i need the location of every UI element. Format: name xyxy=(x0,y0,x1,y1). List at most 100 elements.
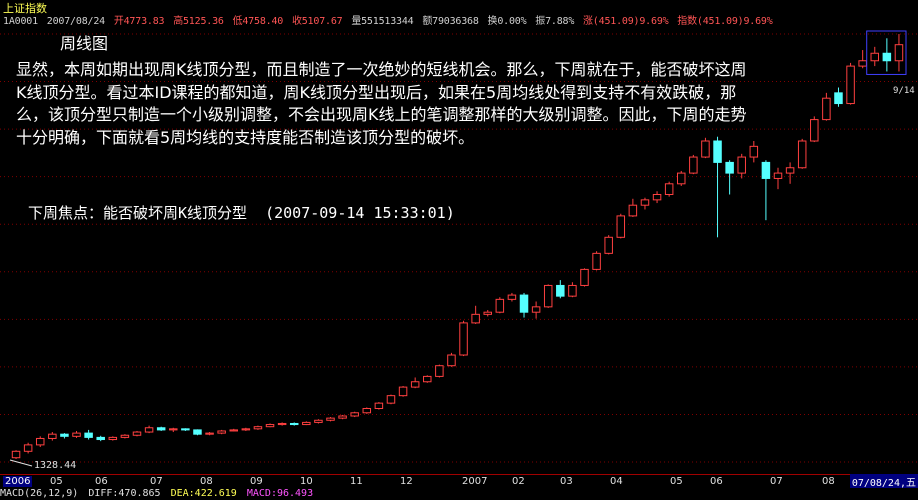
candle[interactable] xyxy=(713,136,722,238)
candle[interactable] xyxy=(810,116,819,143)
candle[interactable] xyxy=(725,160,734,195)
candle-body xyxy=(423,375,432,383)
candle[interactable] xyxy=(543,284,553,308)
candle[interactable] xyxy=(72,430,81,438)
candle[interactable] xyxy=(362,407,372,414)
candle[interactable] xyxy=(435,364,444,378)
candle-body xyxy=(447,354,456,367)
candle[interactable] xyxy=(471,305,480,324)
candle[interactable] xyxy=(568,282,577,298)
candle-body xyxy=(362,408,372,414)
candle[interactable] xyxy=(410,377,420,389)
candle[interactable] xyxy=(870,46,880,67)
candle-body xyxy=(435,365,444,377)
x-tick-label: 06 xyxy=(710,476,723,487)
candle[interactable] xyxy=(773,167,783,190)
candle[interactable] xyxy=(822,92,831,121)
candle[interactable] xyxy=(592,251,601,271)
candle[interactable] xyxy=(338,414,347,420)
candle[interactable] xyxy=(193,429,202,436)
macd-params: MACD(26,12,9) xyxy=(0,488,79,499)
focus-line: 下周焦点：能否破坏周K线顶分型 (2007-09-14 15:33:01) xyxy=(28,204,455,222)
candle-body xyxy=(483,311,492,315)
candle-body xyxy=(689,156,698,174)
candle[interactable] xyxy=(882,38,892,72)
macd-indicator-bar[interactable]: MACD(26,12,9) DIFF:470.865 DEA:422.619 M… xyxy=(0,488,918,500)
candle[interactable] xyxy=(797,138,807,169)
candle-body xyxy=(350,412,359,417)
candle[interactable] xyxy=(265,423,275,428)
candle[interactable] xyxy=(48,432,57,441)
candle[interactable] xyxy=(616,213,626,239)
candle[interactable] xyxy=(423,375,432,383)
candle[interactable] xyxy=(169,427,178,433)
candle[interactable] xyxy=(302,421,311,426)
candle[interactable] xyxy=(11,450,21,460)
candle[interactable] xyxy=(761,160,771,221)
candle[interactable] xyxy=(156,426,166,431)
candle[interactable] xyxy=(459,320,468,357)
candle[interactable] xyxy=(834,87,843,107)
candle-body xyxy=(84,432,93,438)
quote-index-change: 指数(451.09)9.69% xyxy=(677,16,773,26)
candle[interactable] xyxy=(35,436,45,448)
candle[interactable] xyxy=(677,170,686,186)
candle[interactable] xyxy=(749,141,759,163)
candle[interactable] xyxy=(350,411,359,418)
candle[interactable] xyxy=(84,429,93,440)
candle[interactable] xyxy=(96,435,105,442)
x-tick-label: 10 xyxy=(300,476,313,487)
candle-body xyxy=(132,431,142,436)
candle[interactable] xyxy=(664,181,674,197)
candle-body xyxy=(144,427,154,433)
candle[interactable] xyxy=(60,433,69,439)
candle[interactable] xyxy=(229,428,238,432)
candle[interactable] xyxy=(531,301,541,319)
candle-body xyxy=(205,432,214,435)
candle[interactable] xyxy=(205,432,214,436)
candle[interactable] xyxy=(737,153,746,179)
candle[interactable] xyxy=(556,280,565,299)
candle[interactable] xyxy=(217,429,226,435)
candle[interactable] xyxy=(785,162,795,184)
candle[interactable] xyxy=(144,425,154,434)
candle[interactable] xyxy=(580,268,589,287)
candle[interactable] xyxy=(604,235,613,255)
candle-body xyxy=(120,434,130,438)
candle[interactable] xyxy=(447,352,456,367)
candle-body xyxy=(72,432,81,437)
candle[interactable] xyxy=(277,422,287,426)
candle[interactable] xyxy=(314,419,323,424)
candle[interactable] xyxy=(181,428,190,431)
candle[interactable] xyxy=(495,297,505,314)
low-pointer xyxy=(9,459,33,467)
candle[interactable] xyxy=(652,191,662,204)
candle-body xyxy=(241,428,251,431)
candle[interactable] xyxy=(894,34,904,72)
quote-date: 2007/08/24 xyxy=(46,16,105,26)
candle-body xyxy=(834,92,843,105)
candle-body xyxy=(640,199,650,206)
candle[interactable] xyxy=(519,292,529,318)
candle-body xyxy=(580,268,589,286)
candle[interactable] xyxy=(858,50,867,69)
candle[interactable] xyxy=(689,154,698,175)
candle[interactable] xyxy=(23,442,33,454)
candle[interactable] xyxy=(326,417,335,422)
candle[interactable] xyxy=(132,430,142,437)
candle[interactable] xyxy=(241,427,251,431)
candle[interactable] xyxy=(108,436,118,441)
candle[interactable] xyxy=(253,425,263,430)
candle[interactable] xyxy=(120,434,130,439)
candle[interactable] xyxy=(374,402,384,410)
candle[interactable] xyxy=(289,422,299,426)
candle[interactable] xyxy=(507,292,517,302)
candle[interactable] xyxy=(846,62,855,105)
candle[interactable] xyxy=(628,198,638,217)
candle-body xyxy=(48,433,57,439)
candle[interactable] xyxy=(398,386,408,397)
candle[interactable] xyxy=(483,310,492,317)
x-tick-label: 05 xyxy=(50,476,63,487)
candle[interactable] xyxy=(640,197,650,210)
candle[interactable] xyxy=(386,394,396,405)
